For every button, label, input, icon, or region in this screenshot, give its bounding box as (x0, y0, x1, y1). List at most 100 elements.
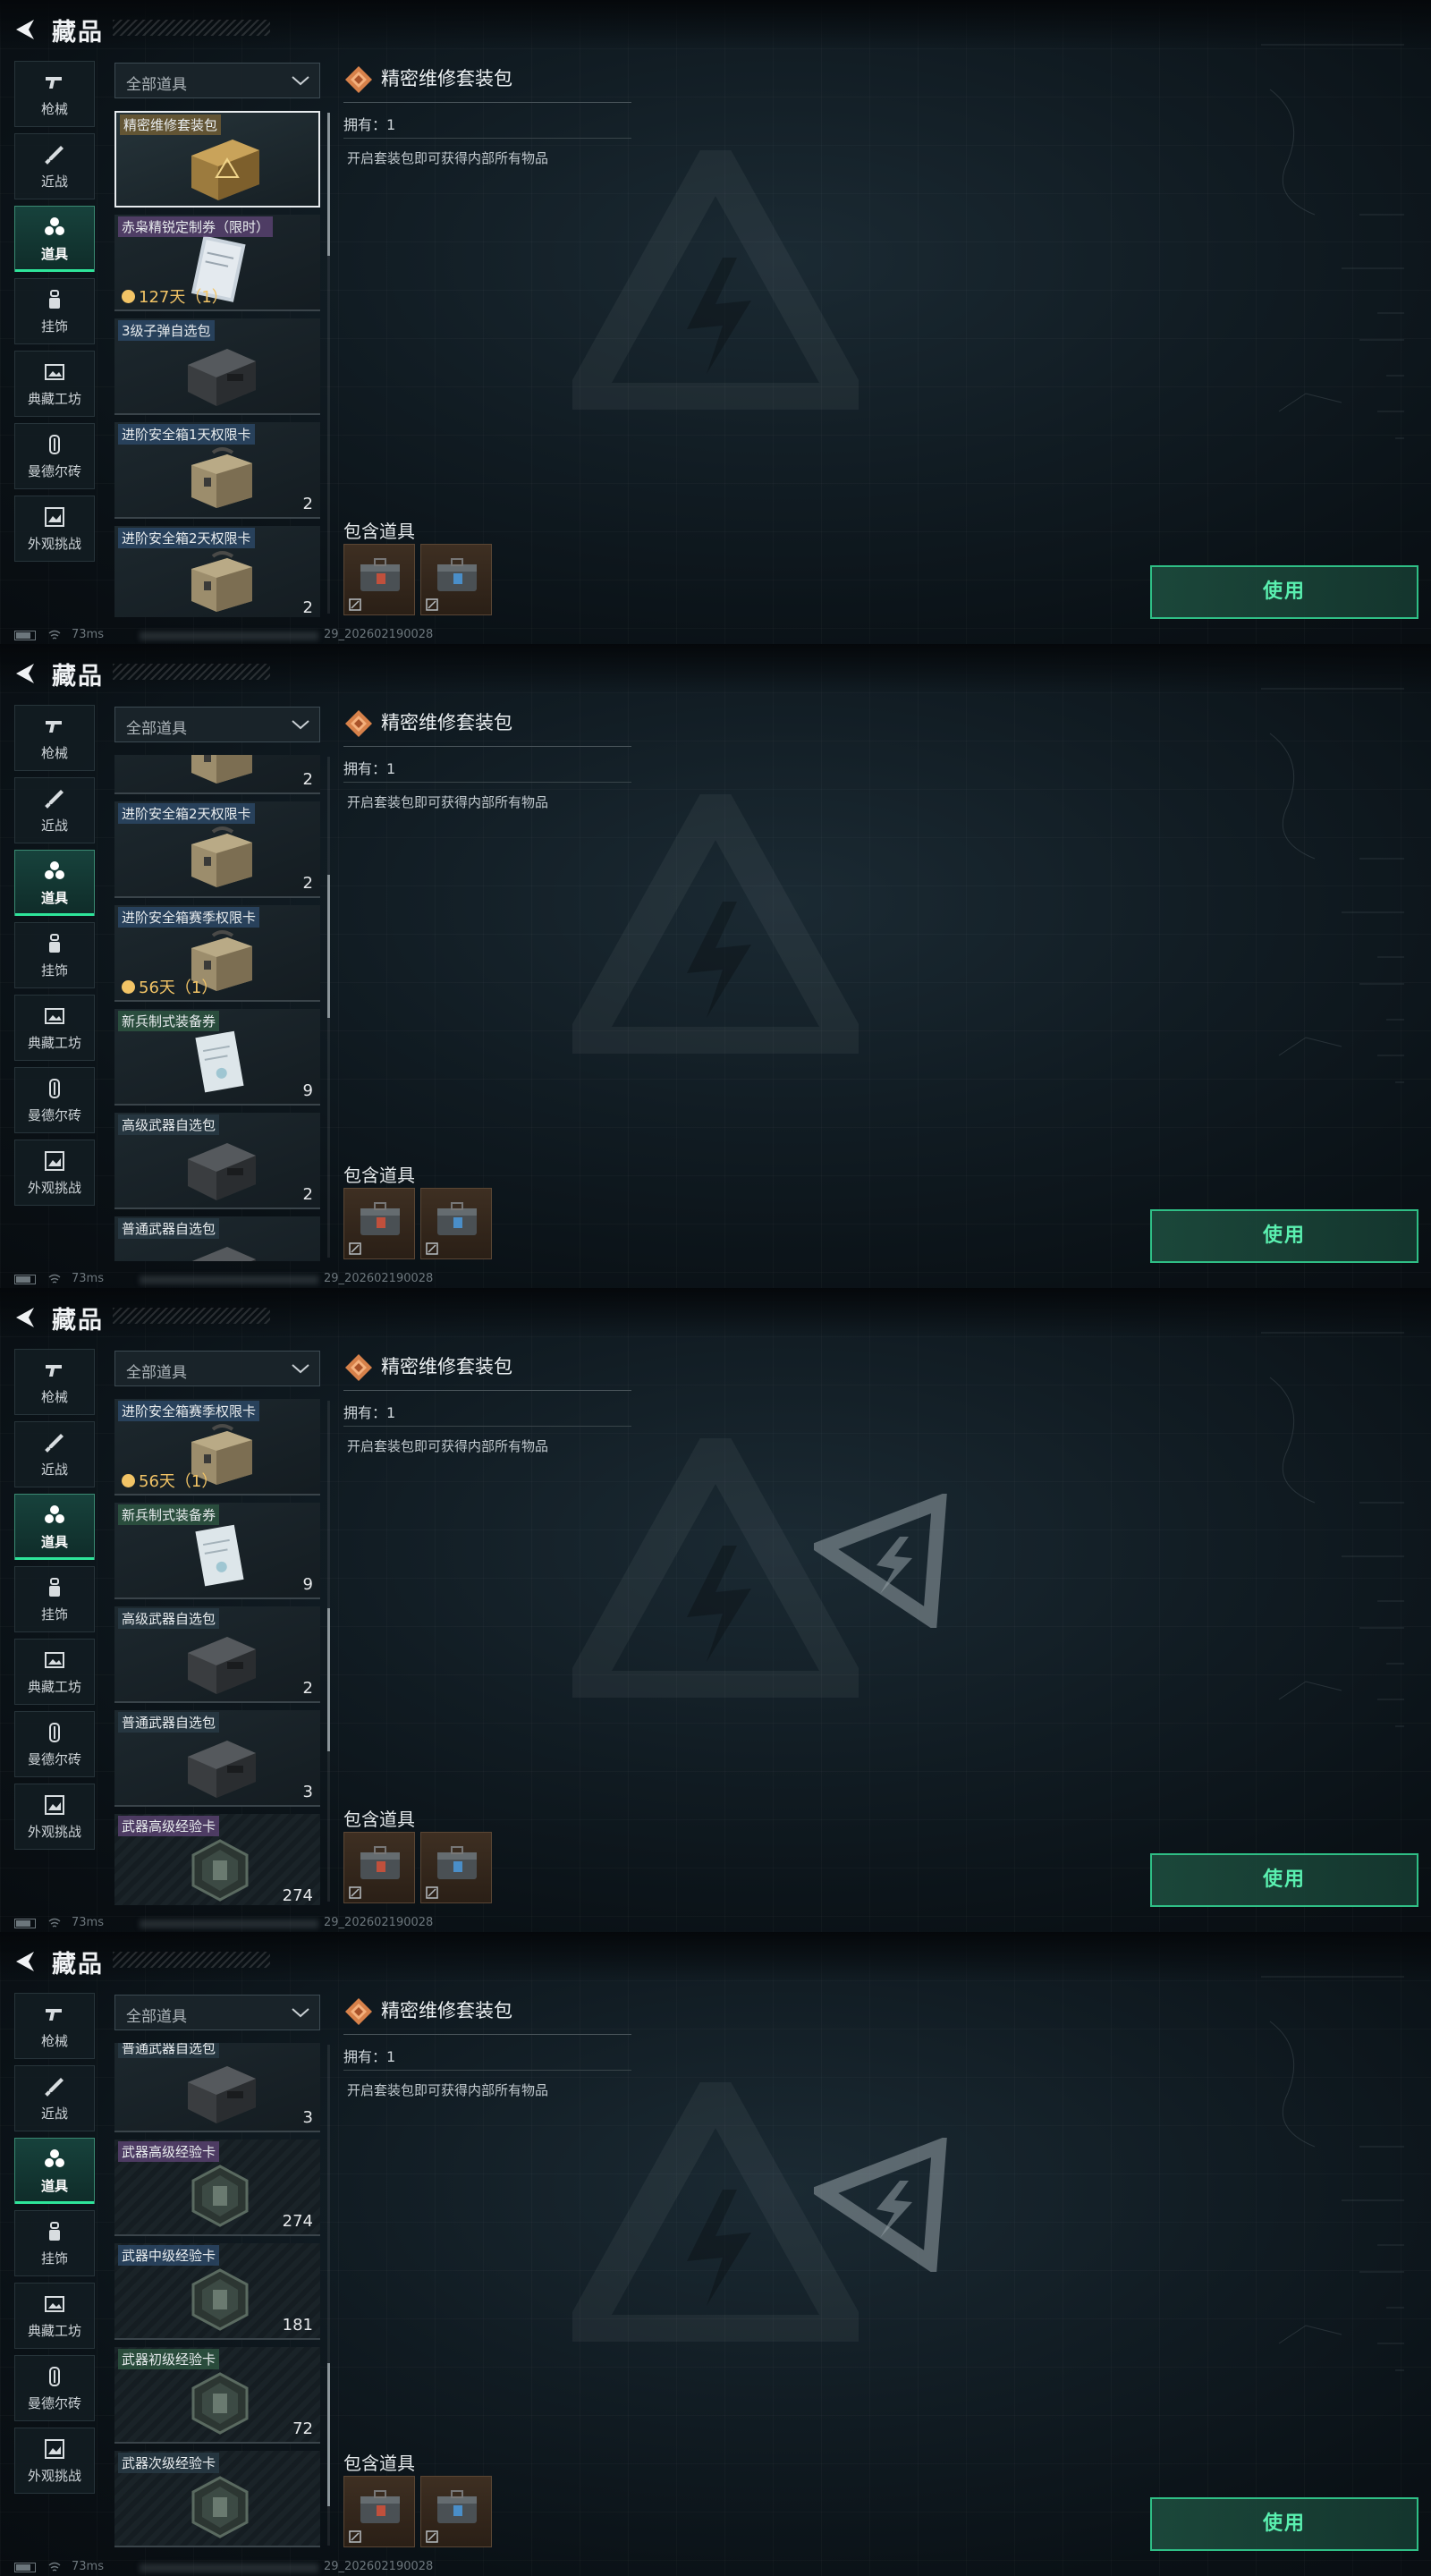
filter-value: 全部道具 (126, 76, 187, 94)
category-tab[interactable]: 挂饰 (14, 922, 95, 988)
scrollbar-thumb[interactable] (327, 113, 330, 256)
category-tab[interactable]: 近战 (14, 777, 95, 843)
link-icon (349, 598, 361, 611)
item-card[interactable]: 3级子弹自选包 (114, 318, 320, 415)
category-tab[interactable]: 典藏工坊 (14, 995, 95, 1061)
category-tab[interactable]: 枪械 (14, 1349, 95, 1415)
item-list[interactable]: 精密维修套装包赤枭精锐定制券（限时）127天（1）3级子弹自选包进阶安全箱1天权… (114, 755, 322, 1261)
category-tab[interactable]: 挂饰 (14, 278, 95, 344)
contained-item-slot[interactable] (343, 544, 415, 615)
contained-item-slot[interactable] (343, 2476, 415, 2547)
item-card[interactable]: 进阶安全箱2天权限卡 2 (114, 526, 320, 617)
category-tab[interactable]: 道具 (14, 1494, 95, 1560)
item-count: 274 (282, 1886, 313, 1905)
category-tab[interactable]: 道具 (14, 850, 95, 916)
use-button[interactable]: 使用 (1150, 565, 1418, 619)
item-name: 进阶安全箱赛季权限卡 (118, 1401, 260, 1421)
category-tab[interactable]: 曼德尔砖 (14, 423, 95, 489)
category-tab[interactable]: 典藏工坊 (14, 1639, 95, 1705)
contained-item-slot[interactable] (343, 1188, 415, 1259)
use-button[interactable]: 使用 (1150, 1853, 1418, 1907)
item-card[interactable]: 进阶安全箱赛季权限卡 56天（1） (114, 1399, 320, 1496)
item-timer-text: 56天（1） (139, 1472, 218, 1491)
category-tab[interactable]: 外观挑战 (14, 496, 95, 562)
scrollbar-thumb[interactable] (327, 875, 330, 1018)
challenge-icon (15, 505, 94, 532)
category-tab[interactable]: 枪械 (14, 705, 95, 771)
item-card[interactable]: 武器高级经验卡 274 (114, 2139, 320, 2236)
category-tab[interactable]: 枪械 (14, 61, 95, 127)
contained-item-slot[interactable] (420, 1188, 492, 1259)
item-list-scrollbar[interactable] (327, 113, 330, 614)
item-list-scrollbar[interactable] (327, 1401, 330, 1902)
knife-icon (15, 1431, 94, 1458)
use-button[interactable]: 使用 (1150, 2497, 1418, 2551)
item-card[interactable]: 赤枭精锐定制券（限时） 127天（1） (114, 215, 320, 311)
category-tab[interactable]: 近战 (14, 2065, 95, 2131)
item-card[interactable]: 武器次级经验卡 (114, 2450, 320, 2547)
category-tab[interactable]: 挂饰 (14, 2210, 95, 2276)
category-tab-label: 枪械 (40, 745, 68, 761)
challenge-icon (15, 2437, 94, 2464)
category-tab[interactable]: 典藏工坊 (14, 2283, 95, 2349)
category-tab[interactable]: 曼德尔砖 (14, 1067, 95, 1133)
back-button[interactable] (13, 1304, 39, 1331)
item-list-scrollbar[interactable] (327, 757, 330, 1258)
gun-icon (15, 71, 94, 97)
contained-item-slot[interactable] (420, 2476, 492, 2547)
item-list-scrollbar[interactable] (327, 2045, 330, 2546)
category-tab[interactable]: 外观挑战 (14, 2428, 95, 2494)
scrollbar-thumb[interactable] (327, 2363, 330, 2506)
item-card[interactable]: 进阶安全箱1天权限卡2 (114, 755, 320, 795)
detail-divider (343, 746, 631, 747)
category-tab[interactable]: 典藏工坊 (14, 351, 95, 417)
case-tan-icon (177, 821, 263, 893)
item-card[interactable]: 武器中级经验卡 181 (114, 2242, 320, 2340)
back-button[interactable] (13, 16, 39, 43)
back-button[interactable] (13, 1948, 39, 1975)
contained-item-slot[interactable] (420, 1832, 492, 1903)
item-card[interactable]: 新兵制式装备券 9 (114, 1009, 320, 1106)
case-gold-icon (179, 132, 265, 204)
item-filter-dropdown[interactable]: 全部道具 (114, 1351, 320, 1386)
item-name: 进阶安全箱赛季权限卡 (118, 907, 260, 928)
knife-icon (15, 143, 94, 170)
scrollbar-thumb[interactable] (327, 1608, 330, 1751)
item-card[interactable]: 高级武器自选包 2 (114, 1606, 320, 1703)
category-tab[interactable]: 近战 (14, 1421, 95, 1487)
item-card[interactable]: 高级武器自选包 2 (114, 1113, 320, 1210)
category-tab[interactable]: 曼德尔砖 (14, 1711, 95, 1777)
category-tab[interactable]: 道具 (14, 2138, 95, 2204)
contained-item-slot[interactable] (343, 1832, 415, 1903)
status-bar: 73ms 29_202602190028 (0, 1270, 1431, 1288)
category-tab[interactable]: 外观挑战 (14, 1784, 95, 1850)
item-card[interactable]: 普通武器自选包3 (114, 1216, 320, 1261)
category-tab[interactable]: 枪械 (14, 1993, 95, 2059)
item-filter-dropdown[interactable]: 全部道具 (114, 1995, 320, 2030)
item-list[interactable]: 精密维修套装包赤枭精锐定制券（限时）127天（1）3级子弹自选包进阶安全箱1天权… (114, 1399, 322, 1905)
item-card[interactable]: 武器高级经验卡 274 (114, 1814, 320, 1905)
item-card[interactable]: 进阶安全箱1天权限卡2 (114, 422, 320, 519)
item-card[interactable]: 精密维修套装包 (114, 111, 320, 208)
item-card[interactable]: 普通武器自选包3 (114, 2043, 320, 2132)
item-card[interactable]: 进阶安全箱赛季权限卡 56天（1） (114, 905, 320, 1003)
item-filter-dropdown[interactable]: 全部道具 (114, 63, 320, 98)
item-filter-dropdown[interactable]: 全部道具 (114, 707, 320, 742)
use-button[interactable]: 使用 (1150, 1209, 1418, 1263)
category-tab[interactable]: 道具 (14, 206, 95, 272)
category-tab[interactable]: 曼德尔砖 (14, 2355, 95, 2421)
category-tab[interactable]: 挂饰 (14, 1566, 95, 1632)
item-name: 武器高级经验卡 (118, 1816, 220, 1836)
contained-item-slot[interactable] (420, 544, 492, 615)
item-card[interactable]: 进阶安全箱2天权限卡 2 (114, 801, 320, 899)
item-card[interactable]: 普通武器自选包3 (114, 1710, 320, 1807)
category-tab[interactable]: 外观挑战 (14, 1140, 95, 1206)
item-card[interactable]: 新兵制式装备券 9 (114, 1503, 320, 1599)
back-button[interactable] (13, 660, 39, 687)
status-bar: 73ms 29_202602190028 (0, 2558, 1431, 2576)
item-list[interactable]: 精密维修套装包赤枭精锐定制券（限时）127天（1）3级子弹自选包进阶安全箱1天权… (114, 2043, 322, 2549)
item-list[interactable]: 精密维修套装包赤枭精锐定制券（限时）127天（1）3级子弹自选包进阶安全箱1天权… (114, 111, 322, 617)
category-tab[interactable]: 近战 (14, 133, 95, 199)
item-card[interactable]: 武器初级经验卡 72 (114, 2346, 320, 2444)
category-sidebar: 枪械 近战道具 挂饰典藏工坊 曼德尔砖外观挑战 (14, 1993, 95, 2500)
